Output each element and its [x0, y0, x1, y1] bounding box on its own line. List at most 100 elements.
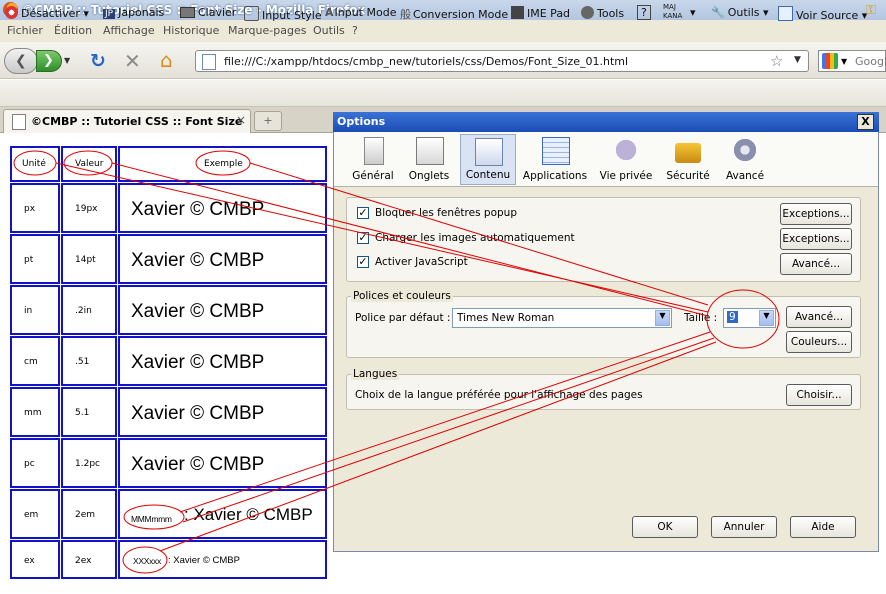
menu-marque-pages[interactable]: Marque-pages [228, 24, 306, 37]
stop-icon[interactable]: ✕ [124, 49, 141, 73]
value-text: .51 [75, 357, 90, 367]
home-icon[interactable]: ⌂ [160, 48, 173, 72]
javascript-checkbox[interactable]: ✓ [357, 256, 369, 268]
menu-historique[interactable]: Historique [163, 24, 219, 37]
pane-vie-privee[interactable]: Vie privée [596, 134, 656, 185]
google-icon[interactable] [822, 53, 838, 69]
table-row-cm-unit: cm [10, 336, 60, 386]
unit-text: pt [24, 255, 34, 265]
desactiver-label: Désactiver [21, 7, 80, 20]
input-style-button[interactable]: Input Style [244, 6, 322, 22]
input-style-label: Input Style [262, 9, 322, 22]
conversion-mode-button[interactable]: 般 Conversion Mode [400, 6, 508, 22]
tools-button[interactable]: Tools [581, 6, 624, 20]
table-row-em-value: 2em [61, 489, 117, 539]
table-row-in-value: .2in [61, 285, 117, 335]
font-size-value: 9 [727, 311, 738, 323]
gear-icon [732, 137, 758, 163]
fonts-advanced-button[interactable]: Avancé... [786, 306, 852, 328]
sample-text: : Xavier © CMBP [168, 555, 240, 566]
pane-securite[interactable]: Sécurité [661, 134, 715, 185]
url-dropdown-icon[interactable]: ▼ [794, 55, 801, 65]
kana-label: KANA [663, 12, 683, 20]
pane-label: Onglets [408, 170, 450, 182]
table-row-pt-value: 14pt [61, 234, 117, 284]
key-icon[interactable]: ⚿ [866, 3, 876, 18]
header-unit-cell: Unité [10, 146, 60, 182]
clavier-button[interactable]: Clavier [180, 6, 236, 19]
unit-text: px [24, 204, 36, 214]
header-unit: Unité [22, 159, 46, 169]
colors-button[interactable]: Couleurs... [786, 331, 852, 353]
outils-button[interactable]: 🔧 Outils ▾ [711, 6, 769, 19]
menu-edition[interactable]: Édition [54, 24, 92, 37]
javascript-advanced-button[interactable]: Avancé... [780, 253, 852, 275]
kana-dropdown-button[interactable]: ▾ [690, 6, 696, 19]
reload-icon[interactable]: ↻ [90, 50, 106, 72]
japonais-button[interactable]: JP Japonais [103, 6, 164, 19]
input-mode-label: Input Mode [334, 6, 397, 19]
bookmark-star-icon[interactable]: ☆ [770, 52, 783, 70]
clavier-label: Clavier [198, 6, 237, 19]
help-button[interactable]: ? [637, 5, 651, 20]
dialog-close-button[interactable]: X [857, 114, 874, 130]
ime-pad-label: IME Pad [527, 7, 571, 20]
tab-close-icon[interactable]: × [236, 113, 246, 127]
sample-text: : Xavier © CMBP [184, 505, 313, 524]
ime-pad-button[interactable]: IME Pad [511, 6, 570, 20]
cancel-button[interactable]: Annuler [711, 516, 777, 538]
table-row-mm-unit: mm [10, 387, 60, 437]
table-row-ex-value: 2ex [61, 540, 117, 579]
chevron-down-icon: ▼ [655, 310, 670, 326]
input-mode-icon: A [325, 6, 334, 19]
size-label: Taille : [684, 312, 718, 324]
default-font-select[interactable]: Times New Roman ▼ [452, 308, 672, 328]
popup-exceptions-button[interactable]: Exceptions... [780, 203, 852, 225]
table-row-px-value: 19px [61, 183, 117, 233]
font-size-select[interactable]: 9 ▼ [723, 308, 776, 328]
pane-label: Général [352, 170, 394, 182]
new-tab-button[interactable]: + [254, 111, 282, 131]
menu-help[interactable]: ? [352, 24, 358, 37]
value-text: 2ex [75, 556, 92, 566]
unit-text: cm [24, 357, 38, 367]
pencil-icon [244, 6, 259, 21]
value-text: 14pt [75, 255, 96, 265]
search-engine-dropdown-icon[interactable]: ▼ [841, 57, 847, 66]
pane-avance[interactable]: Avancé [719, 134, 771, 185]
pane-onglets[interactable]: Onglets [403, 134, 455, 185]
keyboard-icon [180, 7, 195, 18]
sample-text: Xavier © CMBP [131, 250, 265, 271]
search-box[interactable]: ▼ Google [818, 50, 886, 72]
table-row-mm-value: 5.1 [61, 387, 117, 437]
popup-checkbox[interactable]: ✓ [357, 207, 369, 219]
input-mode-button[interactable]: AInput Mode [325, 6, 396, 19]
history-dropdown-icon[interactable]: ▼ [64, 56, 70, 65]
ok-button[interactable]: OK [632, 516, 698, 538]
source-icon [778, 6, 793, 21]
pane-contenu[interactable]: Contenu [460, 134, 516, 185]
header-value: Valeur [75, 159, 104, 169]
url-bar[interactable]: file:///C:/xampp/htdocs/cmbp_new/tutorie… [195, 50, 809, 72]
menu-affichage[interactable]: Affichage [103, 24, 155, 37]
table-row-in-unit: in [10, 285, 60, 335]
menu-outils[interactable]: Outils [313, 24, 345, 37]
back-button[interactable]: ❮ [4, 48, 38, 74]
images-checkbox[interactable]: ✓ [357, 232, 369, 244]
voir-source-button[interactable]: Voir Source ▾ [778, 6, 867, 22]
pane-general[interactable]: Général [347, 134, 399, 185]
switch-icon [364, 137, 384, 165]
desactiver-button[interactable]: Désactiver ▾ [5, 6, 89, 20]
help-dialog-button[interactable]: Aide [790, 516, 856, 538]
images-exceptions-button[interactable]: Exceptions... [780, 228, 852, 250]
menu-fichier[interactable]: Fichier [7, 24, 43, 37]
pane-applications[interactable]: Applications [522, 134, 588, 185]
kana-button[interactable]: MAJ KANA [663, 3, 682, 21]
tab-font-size[interactable]: ©CMBP :: Tutoriel CSS :: Font Size × [3, 109, 251, 133]
menu-bar: Fichier Édition Affichage Historique Mar… [0, 20, 886, 42]
forward-button[interactable]: ❯ [36, 50, 62, 72]
japonais-label: Japonais [118, 6, 165, 19]
sample-text: Xavier © CMBP [131, 403, 265, 424]
javascript-label: Activer JavaScript [375, 256, 468, 268]
choose-language-button[interactable]: Choisir... [786, 384, 852, 406]
